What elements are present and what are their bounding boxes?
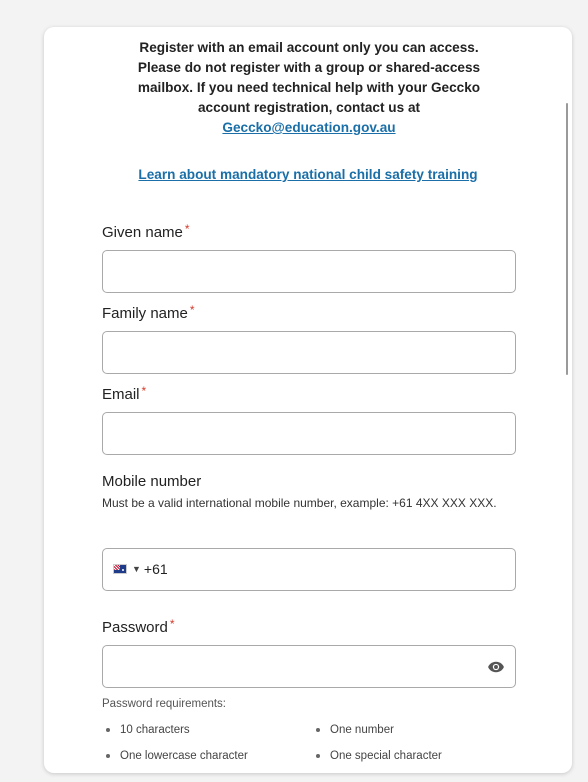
given-name-label-text: Given name xyxy=(102,224,183,241)
chevron-down-icon: ▼ xyxy=(132,564,141,574)
family-name-label: Family name * xyxy=(102,303,195,322)
requirement-text: One number xyxy=(330,724,394,736)
required-asterisk: * xyxy=(184,222,190,236)
contact-email-link[interactable]: Geccko@education.gov.au xyxy=(222,120,395,135)
requirement-item: One lowercase character xyxy=(106,750,248,762)
email-label-text: Email xyxy=(102,386,140,403)
email-label: Email * xyxy=(102,384,147,403)
australia-flag-icon xyxy=(113,564,127,574)
required-asterisk: * xyxy=(141,384,147,398)
family-name-label-text: Family name xyxy=(102,305,188,322)
requirement-item: One number xyxy=(316,724,394,736)
intro-line-3: mailbox. If you need technical help with… xyxy=(137,80,481,95)
given-name-label: Given name * xyxy=(102,222,190,241)
family-name-input[interactable] xyxy=(102,331,516,374)
given-name-input[interactable] xyxy=(102,250,516,293)
intro-text: Register with an email account only you … xyxy=(96,38,522,138)
required-asterisk: * xyxy=(189,303,195,317)
scrollbar[interactable] xyxy=(566,103,568,375)
country-code-selector[interactable]: ▼ +61 xyxy=(113,561,168,577)
child-safety-training-link[interactable]: Learn about mandatory national child saf… xyxy=(138,167,477,182)
requirement-item: One special character xyxy=(316,750,442,762)
intro-line-1: Register with an email account only you … xyxy=(139,40,479,55)
password-requirements-title: Password requirements: xyxy=(102,698,226,710)
email-input[interactable] xyxy=(102,412,516,455)
bullet xyxy=(316,728,320,732)
bullet xyxy=(316,754,320,758)
intro-line-4: account registration, contact us at xyxy=(197,100,421,115)
eye-icon[interactable] xyxy=(487,658,505,676)
required-asterisk: * xyxy=(169,617,175,631)
password-label-text: Password xyxy=(102,619,168,636)
requirement-text: One lowercase character xyxy=(120,750,248,762)
training-link-wrap: Learn about mandatory national child saf… xyxy=(44,167,572,182)
mobile-label-text: Mobile number xyxy=(102,473,202,490)
bullet xyxy=(106,754,110,758)
mobile-input[interactable]: ▼ +61 xyxy=(102,548,516,591)
password-label: Password * xyxy=(102,617,175,636)
intro-line-2: Please do not register with a group or s… xyxy=(137,60,481,75)
password-input[interactable] xyxy=(102,645,516,688)
registration-card: Register with an email account only you … xyxy=(44,27,572,773)
requirement-text: One special character xyxy=(330,750,442,762)
mobile-label: Mobile number xyxy=(102,473,201,490)
mobile-help-text: Must be a valid international mobile num… xyxy=(102,496,497,510)
requirement-item: 10 characters xyxy=(106,724,190,736)
country-code: +61 xyxy=(143,561,168,577)
requirement-text: 10 characters xyxy=(120,724,190,736)
bullet xyxy=(106,728,110,732)
